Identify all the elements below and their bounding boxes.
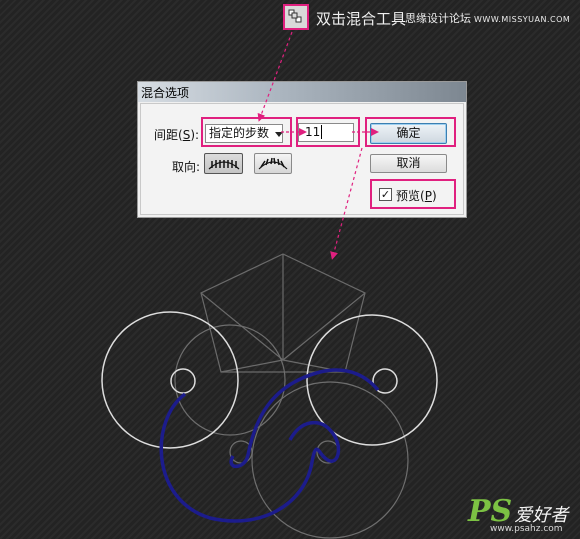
watermark-name: 爱好者 bbox=[514, 505, 569, 526]
pentagon-guide bbox=[200, 253, 366, 373]
arrow-tool-to-select bbox=[257, 31, 293, 122]
arrow-ok-to-artwork bbox=[330, 147, 363, 260]
blend-circles-bright bbox=[101, 311, 438, 449]
blend-circles-dim bbox=[174, 324, 409, 539]
artwork-canvas bbox=[101, 31, 438, 539]
watermark-url: www.psahz.com bbox=[490, 524, 563, 534]
blend-spine-path bbox=[159, 368, 380, 523]
watermark-bottom: PS 爱好者 www.psahz.com bbox=[468, 494, 569, 534]
